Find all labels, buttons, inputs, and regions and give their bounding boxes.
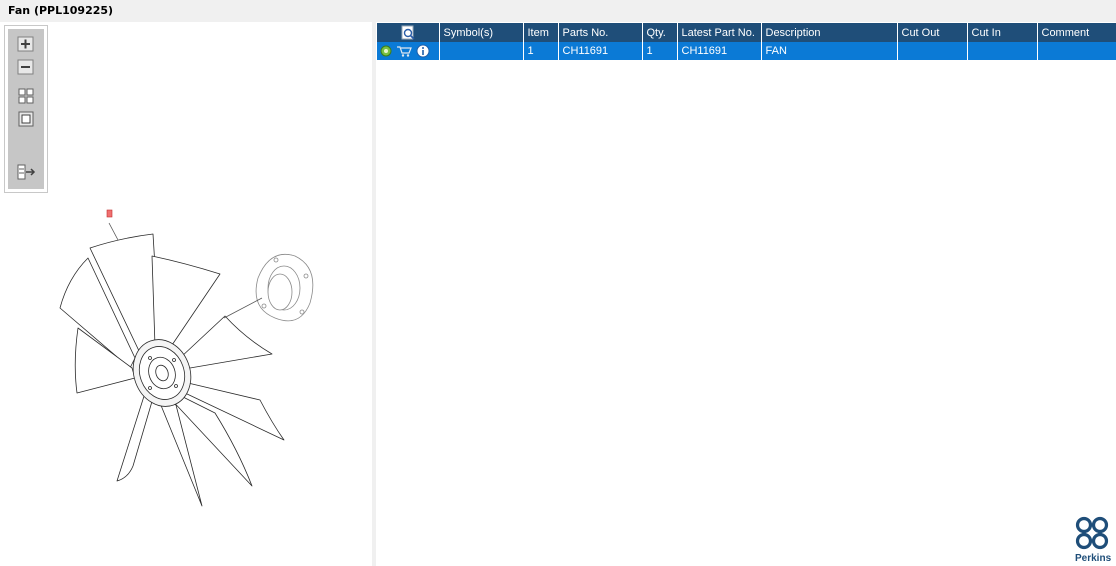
zoom-in-button[interactable] (16, 35, 36, 53)
column-header-symbols[interactable]: Symbol(s) (439, 23, 524, 42)
cell-qty: 1 (642, 42, 678, 60)
table-row[interactable]: 1 CH11691 1 CH11691 FAN (377, 42, 1116, 60)
toolbar-panel (8, 29, 44, 189)
column-header-item[interactable]: Item (523, 23, 559, 42)
info-icon[interactable] (416, 44, 430, 58)
cell-parts-no: CH11691 (558, 42, 643, 60)
list-arrow-icon (17, 164, 36, 180)
row-actions-cell (377, 42, 440, 60)
column-header-parts-no[interactable]: Parts No. (558, 23, 643, 42)
cart-icon[interactable] (396, 45, 412, 57)
export-button[interactable] (16, 163, 36, 181)
cell-cut-out (897, 42, 968, 60)
cell-comment (1037, 42, 1116, 60)
fit-all-button[interactable] (16, 87, 36, 105)
search-document-icon (401, 25, 415, 40)
cell-symbols (439, 42, 524, 60)
gear-icon[interactable] (380, 45, 392, 57)
fit-window-button[interactable] (16, 110, 36, 128)
fan-exploded-drawing (59, 209, 314, 507)
square-icon (18, 111, 34, 127)
table-header-row: Symbol(s) Item Parts No. Qty. Latest Par… (377, 23, 1116, 42)
brand-name: Perkins (1075, 553, 1112, 564)
column-header-qty[interactable]: Qty. (642, 23, 678, 42)
cell-latest-part-no: CH11691 (677, 42, 762, 60)
cell-description: FAN (761, 42, 898, 60)
zoom-out-button[interactable] (16, 58, 36, 76)
column-header-latest-part-no[interactable]: Latest Part No. (677, 23, 762, 42)
callout-marker[interactable] (106, 209, 113, 218)
parts-table: Symbol(s) Item Parts No. Qty. Latest Par… (377, 23, 1116, 60)
column-header-description[interactable]: Description (761, 23, 898, 42)
grid-icon (18, 88, 34, 104)
plus-icon (17, 36, 34, 52)
column-header-cut-in[interactable]: Cut In (967, 23, 1038, 42)
minus-icon (17, 59, 34, 75)
cell-item: 1 (523, 42, 559, 60)
window-title: Fan (PPL109225) (0, 0, 1116, 22)
viewer-toolbar (4, 25, 48, 193)
column-header-comment[interactable]: Comment (1037, 23, 1116, 42)
parts-list-pane: Symbol(s) Item Parts No. Qty. Latest Par… (376, 22, 1116, 566)
cell-cut-in (967, 42, 1038, 60)
column-header-cut-out[interactable]: Cut Out (897, 23, 968, 42)
column-header-icons[interactable] (377, 23, 440, 42)
